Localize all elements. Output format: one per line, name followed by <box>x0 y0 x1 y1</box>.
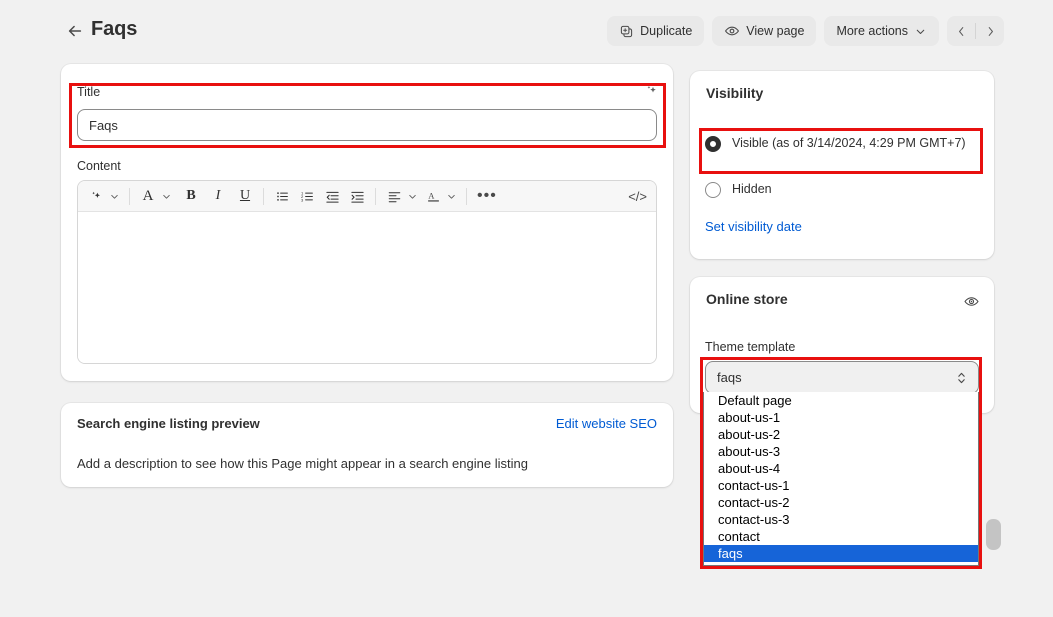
svg-text:3: 3 <box>301 197 304 202</box>
radio-hidden-indicator[interactable] <box>705 182 721 198</box>
toolbar-divider-2 <box>263 187 264 205</box>
more-actions-button[interactable]: More actions <box>824 16 939 46</box>
font-size-chevron-down-icon[interactable] <box>159 185 173 207</box>
title-input[interactable] <box>77 109 657 141</box>
visibility-option-hidden[interactable]: Hidden <box>705 181 977 198</box>
page-header: Faqs Duplicate View page More actions <box>0 0 1053 60</box>
toolbar-divider-3 <box>375 187 376 205</box>
seo-description-text: Add a description to see how this Page m… <box>77 456 528 471</box>
edit-website-seo-link[interactable]: Edit website SEO <box>556 416 657 431</box>
indent-icon[interactable] <box>347 185 367 207</box>
bulleted-list-icon[interactable] <box>272 185 292 207</box>
content-editor-body[interactable] <box>78 212 656 363</box>
vertical-scrollbar-thumb[interactable] <box>986 519 1001 550</box>
more-options-icon[interactable]: ••• <box>475 185 499 207</box>
view-page-button[interactable]: View page <box>712 16 817 46</box>
duplicate-icon <box>619 24 634 39</box>
theme-template-option[interactable]: faqs <box>704 545 978 562</box>
content-field-label: Content <box>77 159 121 173</box>
visibility-option-hidden-label: Hidden <box>732 182 772 196</box>
seo-card-heading: Search engine listing preview <box>77 416 260 431</box>
duplicate-button[interactable]: Duplicate <box>607 16 705 46</box>
pagination-group <box>947 16 1004 46</box>
eye-icon <box>724 23 740 39</box>
sparkle-icon[interactable] <box>644 83 659 103</box>
font-size-icon[interactable]: A <box>138 185 158 207</box>
italic-button[interactable]: I <box>208 185 228 207</box>
header-actions: Duplicate View page More actions <box>607 16 1004 46</box>
align-chevron-down-icon[interactable] <box>405 185 419 207</box>
online-store-card-heading: Online store <box>706 291 788 307</box>
eye-icon[interactable] <box>963 293 980 315</box>
underline-button[interactable]: U <box>235 185 255 207</box>
page-root: Faqs Duplicate View page More actions Ti… <box>0 0 1053 617</box>
content-editor: A B I U 1 2 3 A ••• </> <box>77 180 657 364</box>
ai-chevron-down-icon[interactable] <box>107 185 121 207</box>
theme-template-option[interactable]: about-us-2 <box>704 426 978 443</box>
select-chevron-icon <box>955 370 968 389</box>
theme-template-option[interactable]: contact-us-1 <box>704 477 978 494</box>
theme-template-option[interactable]: contact-us-3 <box>704 511 978 528</box>
align-left-icon[interactable] <box>384 185 404 207</box>
text-color-chevron-down-icon[interactable] <box>444 185 458 207</box>
duplicate-button-label: Duplicate <box>640 24 693 38</box>
editor-toolbar: A B I U 1 2 3 A ••• </> <box>78 181 656 212</box>
toolbar-divider-1 <box>129 187 130 205</box>
text-color-icon[interactable]: A <box>423 185 443 207</box>
previous-page-button[interactable] <box>947 16 975 46</box>
visibility-card-heading: Visibility <box>706 85 764 101</box>
next-page-button[interactable] <box>976 16 1004 46</box>
numbered-list-icon[interactable]: 1 2 3 <box>297 185 317 207</box>
outdent-icon[interactable] <box>322 185 342 207</box>
set-visibility-date-link[interactable]: Set visibility date <box>705 219 802 234</box>
visibility-option-visible[interactable]: Visible (as of 3/14/2024, 4:29 PM GMT+7) <box>705 135 977 152</box>
theme-template-option[interactable]: contact-us-2 <box>704 494 978 511</box>
bold-button[interactable]: B <box>181 185 201 207</box>
theme-template-select[interactable]: faqs <box>705 361 979 394</box>
visibility-card: Visibility Visible (as of 3/14/2024, 4:2… <box>690 71 994 259</box>
theme-template-option[interactable]: about-us-4 <box>704 460 978 477</box>
ai-sparkle-icon[interactable] <box>86 185 106 207</box>
theme-template-selected-value: faqs <box>717 370 742 385</box>
theme-template-option[interactable]: about-us-3 <box>704 443 978 460</box>
page-title: Faqs <box>91 18 138 40</box>
theme-template-option[interactable]: contact <box>704 528 978 545</box>
view-page-button-label: View page <box>746 24 805 38</box>
theme-template-option[interactable]: Default page <box>704 392 978 409</box>
theme-template-option[interactable]: about-us-1 <box>704 409 978 426</box>
seo-preview-card: Search engine listing preview Edit websi… <box>61 403 673 487</box>
chevron-down-icon <box>914 25 927 38</box>
page-details-card: Title Content A <box>61 64 673 381</box>
more-actions-button-label: More actions <box>836 24 908 38</box>
code-view-icon[interactable]: </> <box>628 189 647 204</box>
toolbar-divider-4 <box>466 187 467 205</box>
svg-text:A: A <box>428 192 434 201</box>
back-button[interactable] <box>64 20 86 42</box>
theme-template-label: Theme template <box>705 340 796 354</box>
radio-visible-indicator[interactable] <box>705 136 721 152</box>
theme-template-option-list[interactable]: Default page about-us-1 about-us-2 about-us… <box>703 392 979 566</box>
visibility-option-visible-label: Visible (as of 3/14/2024, 4:29 PM GMT+7) <box>732 136 966 150</box>
title-field-label: Title <box>77 85 101 99</box>
